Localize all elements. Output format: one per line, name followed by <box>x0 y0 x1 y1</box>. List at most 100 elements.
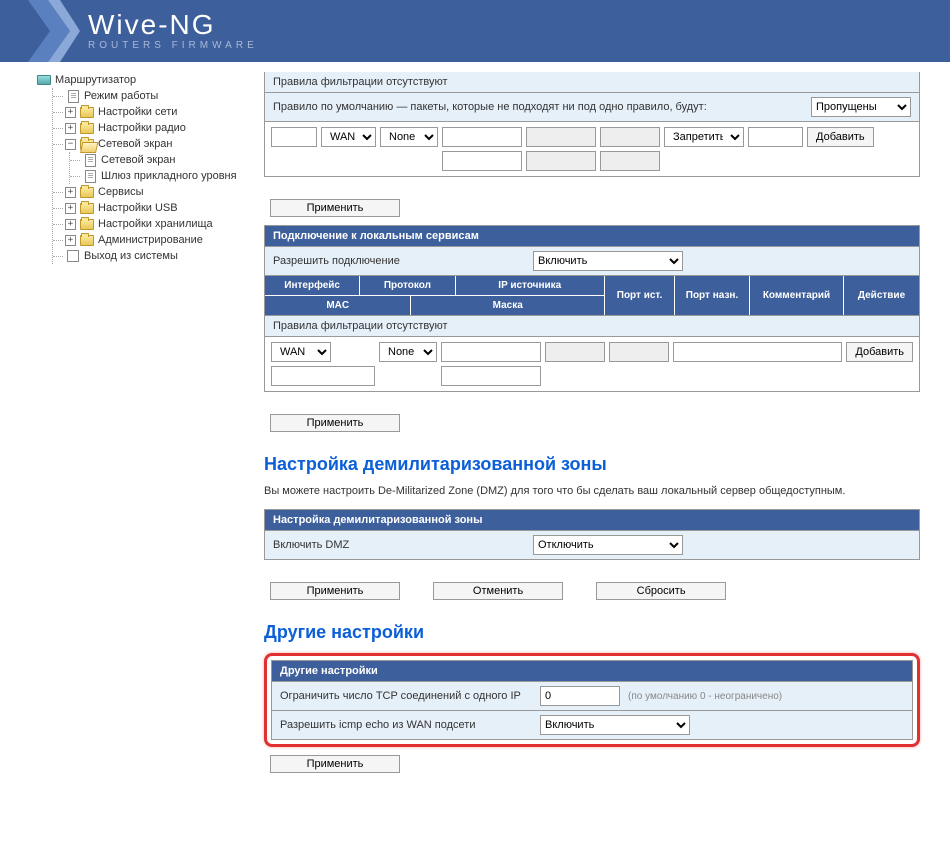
expand-icon[interactable]: + <box>65 219 76 230</box>
app-header: Wive-NG ROUTERS FIRMWARE <box>0 0 950 62</box>
filter-add-row: WAN None Запретить Добавить <box>265 121 919 176</box>
local-empty-text: Правила фильтрации отсутствуют <box>273 320 448 332</box>
sidebar-item-firewall[interactable]: − Сетевой экран <box>53 136 260 152</box>
sidebar-item-label: Шлюз прикладного уровня <box>101 170 237 182</box>
local-sport-input[interactable] <box>545 342 605 362</box>
local-th-iface: Интерфейс <box>265 276 360 295</box>
sidebar-item-services[interactable]: +Сервисы <box>53 184 260 200</box>
local-iface-select[interactable]: WAN <box>271 342 331 362</box>
filter-default-label: Правило по умолчанию — пакеты, которые н… <box>273 101 707 113</box>
local-apply-button[interactable]: Применить <box>270 414 400 432</box>
filter-section: Правила фильтрации отсутствуют Правило п… <box>264 72 920 177</box>
sidebar-item-usb[interactable]: + Настройки USB <box>53 200 260 216</box>
logo-chevron-icon <box>28 0 80 62</box>
dmz-enable-label: Включить DMZ <box>273 539 533 551</box>
dmz-apply-button[interactable]: Применить <box>270 582 400 600</box>
filter-field-5[interactable] <box>526 151 596 171</box>
filter-iface-select[interactable]: WAN <box>321 127 376 147</box>
filter-default-action-select[interactable]: Пропущены <box>811 97 911 117</box>
local-comment-input[interactable] <box>673 342 842 362</box>
sidebar-item-label: Маршрутизатор <box>55 74 136 86</box>
other-icmp-label: Разрешить icmp echo из WAN подсети <box>280 719 540 731</box>
expand-icon[interactable]: + <box>65 187 76 198</box>
expand-icon[interactable]: + <box>65 107 76 118</box>
main-content: Правила фильтрации отсутствуют Правило п… <box>260 62 950 801</box>
folder-icon <box>79 201 95 215</box>
local-th-comment: Комментарий <box>750 276 844 315</box>
other-section: Другие настройки Ограничить число TCP со… <box>271 660 913 740</box>
filter-default-row: Правило по умолчанию — пакеты, которые н… <box>265 92 919 121</box>
local-add-button[interactable]: Добавить <box>846 342 913 362</box>
local-th-mask: Маска <box>411 296 605 315</box>
filter-field-2[interactable] <box>442 127 522 147</box>
other-apply-button[interactable]: Применить <box>270 755 400 773</box>
filter-field-7[interactable] <box>600 151 660 171</box>
sidebar-item-admin[interactable]: +Администрирование <box>53 232 260 248</box>
local-allow-label: Разрешить подключение <box>273 255 533 267</box>
dmz-reset-button[interactable]: Сбросить <box>596 582 726 600</box>
filter-field-4[interactable] <box>526 127 596 147</box>
filter-proto-select[interactable]: None <box>380 127 438 147</box>
other-tcp-input[interactable] <box>540 686 620 706</box>
filter-field-6[interactable] <box>600 127 660 147</box>
sidebar-item-mode[interactable]: Режим работы <box>53 88 260 104</box>
expand-icon[interactable]: + <box>65 203 76 214</box>
sidebar-item-logout[interactable]: Выход из системы <box>53 248 260 264</box>
local-th-action: Действие <box>844 276 919 315</box>
filter-field-1[interactable] <box>271 127 317 147</box>
local-th-mac: MAC <box>265 296 411 315</box>
other-title: Другие настройки <box>264 622 920 643</box>
dmz-cancel-button[interactable]: Отменить <box>433 582 563 600</box>
local-th-srcip: IP источника <box>456 276 605 295</box>
sidebar-item-label: Сетевой экран <box>101 154 176 166</box>
local-mask-input[interactable] <box>441 366 541 386</box>
folder-icon <box>79 233 95 247</box>
sidebar-item-alg[interactable]: Шлюз прикладного уровня <box>70 168 260 184</box>
sidebar-item-net[interactable]: + Настройки сети <box>53 104 260 120</box>
local-mac-input[interactable] <box>271 366 375 386</box>
filter-field-8[interactable] <box>748 127 803 147</box>
sidebar-item-storage[interactable]: +Настройки хранилища <box>53 216 260 232</box>
sidebar-item-label: Настройки сети <box>98 106 177 118</box>
other-icmp-select[interactable]: Включить <box>540 715 690 735</box>
expand-icon[interactable]: + <box>65 123 76 134</box>
collapse-icon[interactable]: − <box>65 139 76 150</box>
brand-title: Wive-NG <box>88 11 258 39</box>
filter-deny-select[interactable]: Запретить <box>664 127 744 147</box>
sidebar-item-label: Настройки USB <box>98 202 178 214</box>
other-head: Другие настройки <box>272 661 912 681</box>
sidebar-item-label: Режим работы <box>84 90 158 102</box>
local-th-proto: Протокол <box>360 276 455 295</box>
sidebar-item-radio[interactable]: + Настройки радио <box>53 120 260 136</box>
local-allow-select[interactable]: Включить <box>533 251 683 271</box>
local-dport-input[interactable] <box>609 342 669 362</box>
sidebar-item-label: Настройки радио <box>98 122 186 134</box>
dmz-enable-row: Включить DMZ Отключить <box>265 530 919 559</box>
filter-apply-button[interactable]: Применить <box>270 199 400 217</box>
filter-apply-row: Применить <box>264 191 920 225</box>
brand-subtitle: ROUTERS FIRMWARE <box>88 40 258 51</box>
local-th-sport: Порт ист. <box>605 276 675 315</box>
dmz-enable-select[interactable]: Отключить <box>533 535 683 555</box>
filter-empty-row: Правила фильтрации отсутствуют <box>265 72 919 92</box>
exit-icon <box>65 249 81 263</box>
dmz-head: Настройка демилитаризованной зоны <box>265 510 919 530</box>
filter-add-button[interactable]: Добавить <box>807 127 874 147</box>
dmz-section: Настройка демилитаризованной зоны Включи… <box>264 509 920 560</box>
other-apply-row: Применить <box>264 747 920 781</box>
dmz-desc: Вы можете настроить De-Militarized Zone … <box>264 485 920 497</box>
local-proto-select[interactable]: None <box>379 342 437 362</box>
expand-icon[interactable]: + <box>65 235 76 246</box>
other-tcp-hint: (по умолчанию 0 - неограничено) <box>628 691 782 702</box>
other-tcp-row: Ограничить число TCP соединений с одного… <box>272 681 912 710</box>
router-icon <box>36 73 52 87</box>
other-highlight: Другие настройки Ограничить число TCP со… <box>264 653 920 747</box>
sidebar-item-firewall-sub[interactable]: Сетевой экран <box>70 152 260 168</box>
folder-icon <box>79 105 95 119</box>
sidebar-item-router[interactable]: Маршрутизатор <box>36 72 260 88</box>
folder-icon <box>79 217 95 231</box>
sidebar-item-label: Выход из системы <box>84 250 178 262</box>
sidebar-item-label: Сетевой экран <box>98 138 173 150</box>
local-srcip-input[interactable] <box>441 342 541 362</box>
filter-field-3[interactable] <box>442 151 522 171</box>
